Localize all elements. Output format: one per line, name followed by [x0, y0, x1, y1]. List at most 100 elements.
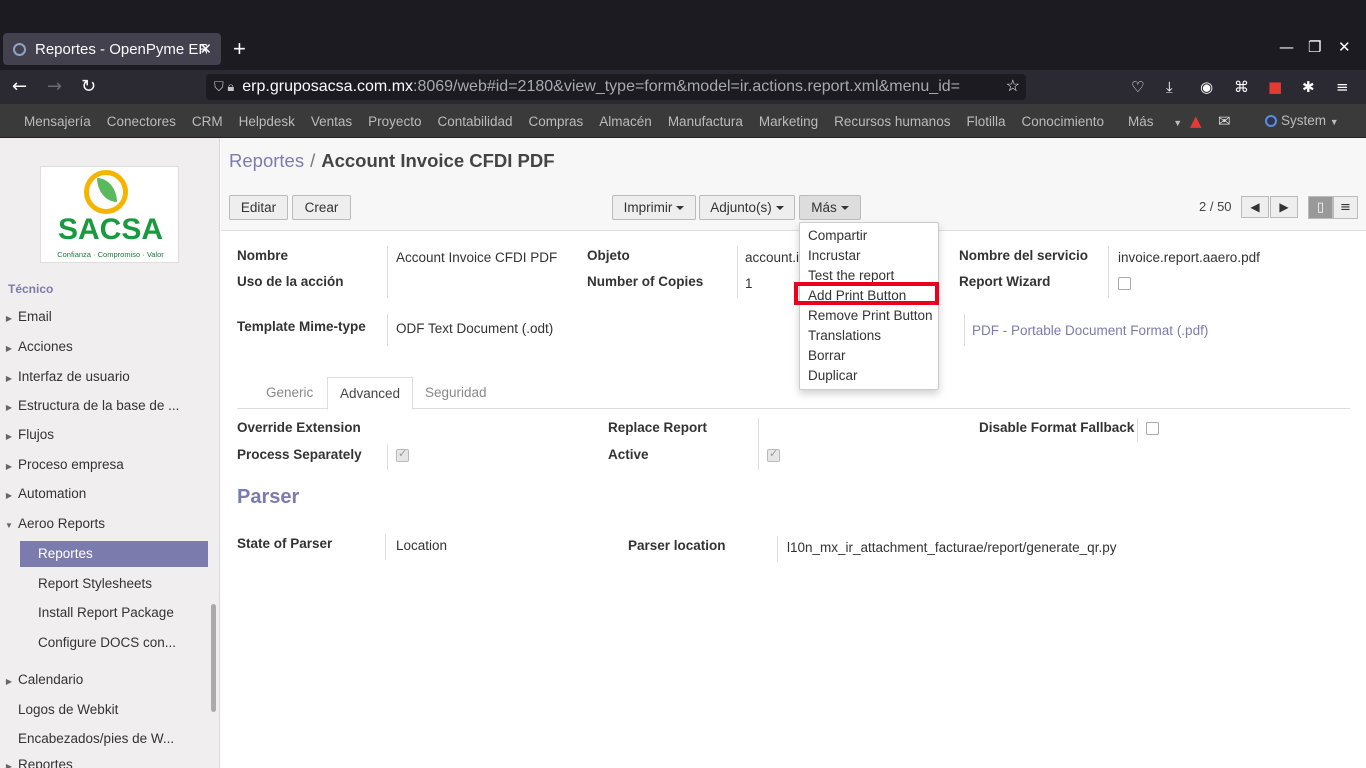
sidebar-item-reportes[interactable]: Reportes — [20, 541, 208, 567]
sidebar-item-interfaz[interactable]: ▶ Interfaz de usuario — [0, 364, 208, 390]
sidebar-scrollbar[interactable] — [211, 604, 216, 712]
menu-marketing[interactable]: Marketing — [759, 114, 818, 129]
menu-manufactura[interactable]: Manufactura — [668, 114, 743, 129]
menu-item-borrar[interactable]: Borrar — [808, 348, 846, 363]
menu-compras[interactable]: Compras — [529, 114, 584, 129]
sidebar-item-label: Automation — [18, 486, 87, 501]
copies-field[interactable]: 1 — [745, 276, 753, 291]
sidebar-item-acciones[interactable]: ▶ Acciones — [0, 334, 208, 360]
list-view-icon: ≡ — [1340, 200, 1351, 215]
download-icon[interactable]: ⤓ — [1166, 78, 1173, 96]
print-button[interactable]: Imprimir — [612, 195, 696, 220]
output-type-link[interactable]: PDF - Portable Document Format (.pdf) — [972, 323, 1208, 338]
reload-icon[interactable]: ↻ — [81, 76, 96, 97]
close-tab-icon[interactable]: ✕ — [199, 40, 212, 58]
sidebar-item-calendario[interactable]: ▶ Calendario — [0, 667, 208, 693]
next-record-button[interactable]: ▶ — [1270, 196, 1298, 218]
menu-mas[interactable]: Más ▼ — [1120, 114, 1190, 129]
report-wizard-checkbox[interactable] — [1118, 277, 1131, 290]
attachments-button-label: Adjunto(s) — [710, 200, 772, 215]
menu-flotilla[interactable]: Flotilla — [966, 114, 1005, 129]
more-button[interactable]: Más — [799, 195, 861, 220]
menu-ventas[interactable]: Ventas — [311, 114, 352, 129]
tab-advanced[interactable]: Advanced — [327, 377, 414, 410]
sidebar-item-report-stylesheets[interactable]: Report Stylesheets — [0, 571, 208, 597]
new-tab-icon[interactable]: + — [233, 36, 246, 62]
restore-icon[interactable]: ❐ — [1308, 38, 1321, 56]
object-field[interactable]: account.in — [745, 250, 807, 265]
sidebar-item-automation[interactable]: ▶ Automation — [0, 481, 208, 507]
parser-location-field[interactable]: l10n_mx_ir_attachment_facturae/report/ge… — [787, 540, 1116, 555]
sidebar-item-label: Reportes — [38, 546, 93, 561]
close-window-icon[interactable]: ✕ — [1338, 38, 1351, 56]
extension-icon[interactable]: ◉ — [1200, 78, 1213, 96]
previous-record-button[interactable]: ◀ — [1241, 196, 1269, 218]
menu-conocimiento[interactable]: Conocimiento — [1021, 114, 1104, 129]
menu-item-compartir[interactable]: Compartir — [808, 228, 867, 243]
menu-recursos-humanos[interactable]: Recursos humanos — [834, 114, 950, 129]
forward-icon[interactable]: → — [47, 76, 62, 97]
process-separately-checkbox[interactable] — [396, 447, 409, 462]
sidebar-item-estructura[interactable]: ▶ Estructura de la base de ... — [0, 393, 208, 419]
company-logo[interactable]: SACSA Confianza · Compromiso · Valor — [40, 166, 179, 263]
sidebar-item-reportes-2[interactable]: ▶ Reportes — [0, 752, 208, 768]
menu-helpdesk[interactable]: Helpdesk — [239, 114, 295, 129]
tab-seguridad[interactable]: Seguridad — [413, 377, 499, 409]
tab-generic[interactable]: Generic — [254, 377, 325, 409]
process-separately-label: Process Separately — [237, 447, 362, 462]
user-menu[interactable]: System ▼ — [1265, 113, 1339, 128]
caret-right-icon: ▶ — [5, 314, 13, 323]
extension-icon[interactable]: ■ — [1268, 78, 1282, 96]
sidebar-item-aeroo-reports[interactable]: ▼ Aeroo Reports — [0, 511, 208, 537]
mail-icon[interactable]: ✉ — [1218, 112, 1231, 130]
browser-navbar: ← → ↻ ⛉ 🔒︎ erp.gruposacsa.com.mx :8069/w… — [0, 70, 1366, 104]
menu-item-test-report[interactable]: Test the report — [808, 268, 894, 283]
browser-tab[interactable]: Reportes - OpenPyme ERP ✕ — [3, 33, 221, 65]
parser-state-field[interactable]: Location — [396, 538, 447, 553]
sidebar-item-flujos[interactable]: ▶ Flujos — [0, 422, 208, 448]
menu-item-remove-print-button[interactable]: Remove Print Button — [808, 308, 933, 323]
sidebar-item-label: Logos de Webkit — [18, 702, 119, 717]
sidebar-item-proceso-empresa[interactable]: ▶ Proceso empresa — [0, 452, 208, 478]
url-bar[interactable]: ⛉ 🔒︎ erp.gruposacsa.com.mx :8069/web#id=… — [206, 74, 1026, 100]
menu-item-duplicar[interactable]: Duplicar — [808, 368, 858, 383]
list-view-button[interactable]: ≡ — [1333, 196, 1358, 219]
edit-button[interactable]: Editar — [229, 195, 288, 220]
menu-mensajeria[interactable]: Mensajería — [24, 114, 91, 129]
menu-proyecto[interactable]: Proyecto — [368, 114, 421, 129]
minimize-icon[interactable]: — — [1279, 38, 1294, 56]
extension-icon[interactable]: ⌘ — [1234, 78, 1249, 96]
menu-conectores[interactable]: Conectores — [107, 114, 176, 129]
active-checkbox[interactable] — [767, 447, 780, 462]
form-view-button[interactable]: ▯ — [1308, 196, 1333, 219]
menu-item-translations[interactable]: Translations — [808, 328, 881, 343]
sidebar-item-email[interactable]: ▶ Email — [0, 304, 208, 330]
menu-contabilidad[interactable]: Contabilidad — [437, 114, 512, 129]
breadcrumb-parent[interactable]: Reportes — [229, 150, 304, 171]
attachments-button[interactable]: Adjunto(s) — [699, 195, 795, 220]
pocket-icon[interactable]: ♡ — [1131, 78, 1144, 96]
menu-almacen[interactable]: Almacén — [599, 114, 652, 129]
create-button[interactable]: Crear — [292, 195, 351, 220]
disable-fallback-checkbox[interactable] — [1146, 422, 1159, 435]
hamburger-menu-icon[interactable]: ≡ — [1336, 78, 1349, 96]
menu-item-incrustar[interactable]: Incrustar — [808, 248, 861, 263]
name-field[interactable]: Account Invoice CFDI PDF — [396, 250, 557, 265]
shield-lock-icon[interactable]: ⛉ 🔒︎ — [214, 79, 234, 95]
template-mime-field[interactable]: ODF Text Document (.odt) — [396, 321, 553, 336]
menu-crm[interactable]: CRM — [192, 114, 223, 129]
breadcrumb: Reportes / Account Invoice CFDI PDF — [229, 150, 555, 172]
sidebar-item-encabezados[interactable]: Encabezados/pies de W... — [0, 726, 208, 752]
bookmark-star-icon[interactable]: ☆ — [1006, 76, 1020, 96]
sidebar-item-label: Report Stylesheets — [38, 576, 153, 591]
service-name-field[interactable]: invoice.report.aaero.pdf — [1118, 250, 1260, 265]
sidebar-item-logos-webkit[interactable]: Logos de Webkit — [0, 697, 208, 723]
sidebar-item-configure-docs[interactable]: Configure DOCS con... — [0, 630, 208, 656]
form-view-icon: ▯ — [1316, 200, 1325, 215]
sidebar-item-install-report-package[interactable]: Install Report Package — [0, 600, 208, 626]
back-icon[interactable]: ← — [12, 76, 27, 97]
warning-icon[interactable]: ▲ — [1190, 112, 1202, 130]
object-label: Objeto — [587, 248, 630, 263]
extension-icon[interactable]: ✱ — [1302, 78, 1315, 96]
field-divider — [385, 534, 386, 560]
